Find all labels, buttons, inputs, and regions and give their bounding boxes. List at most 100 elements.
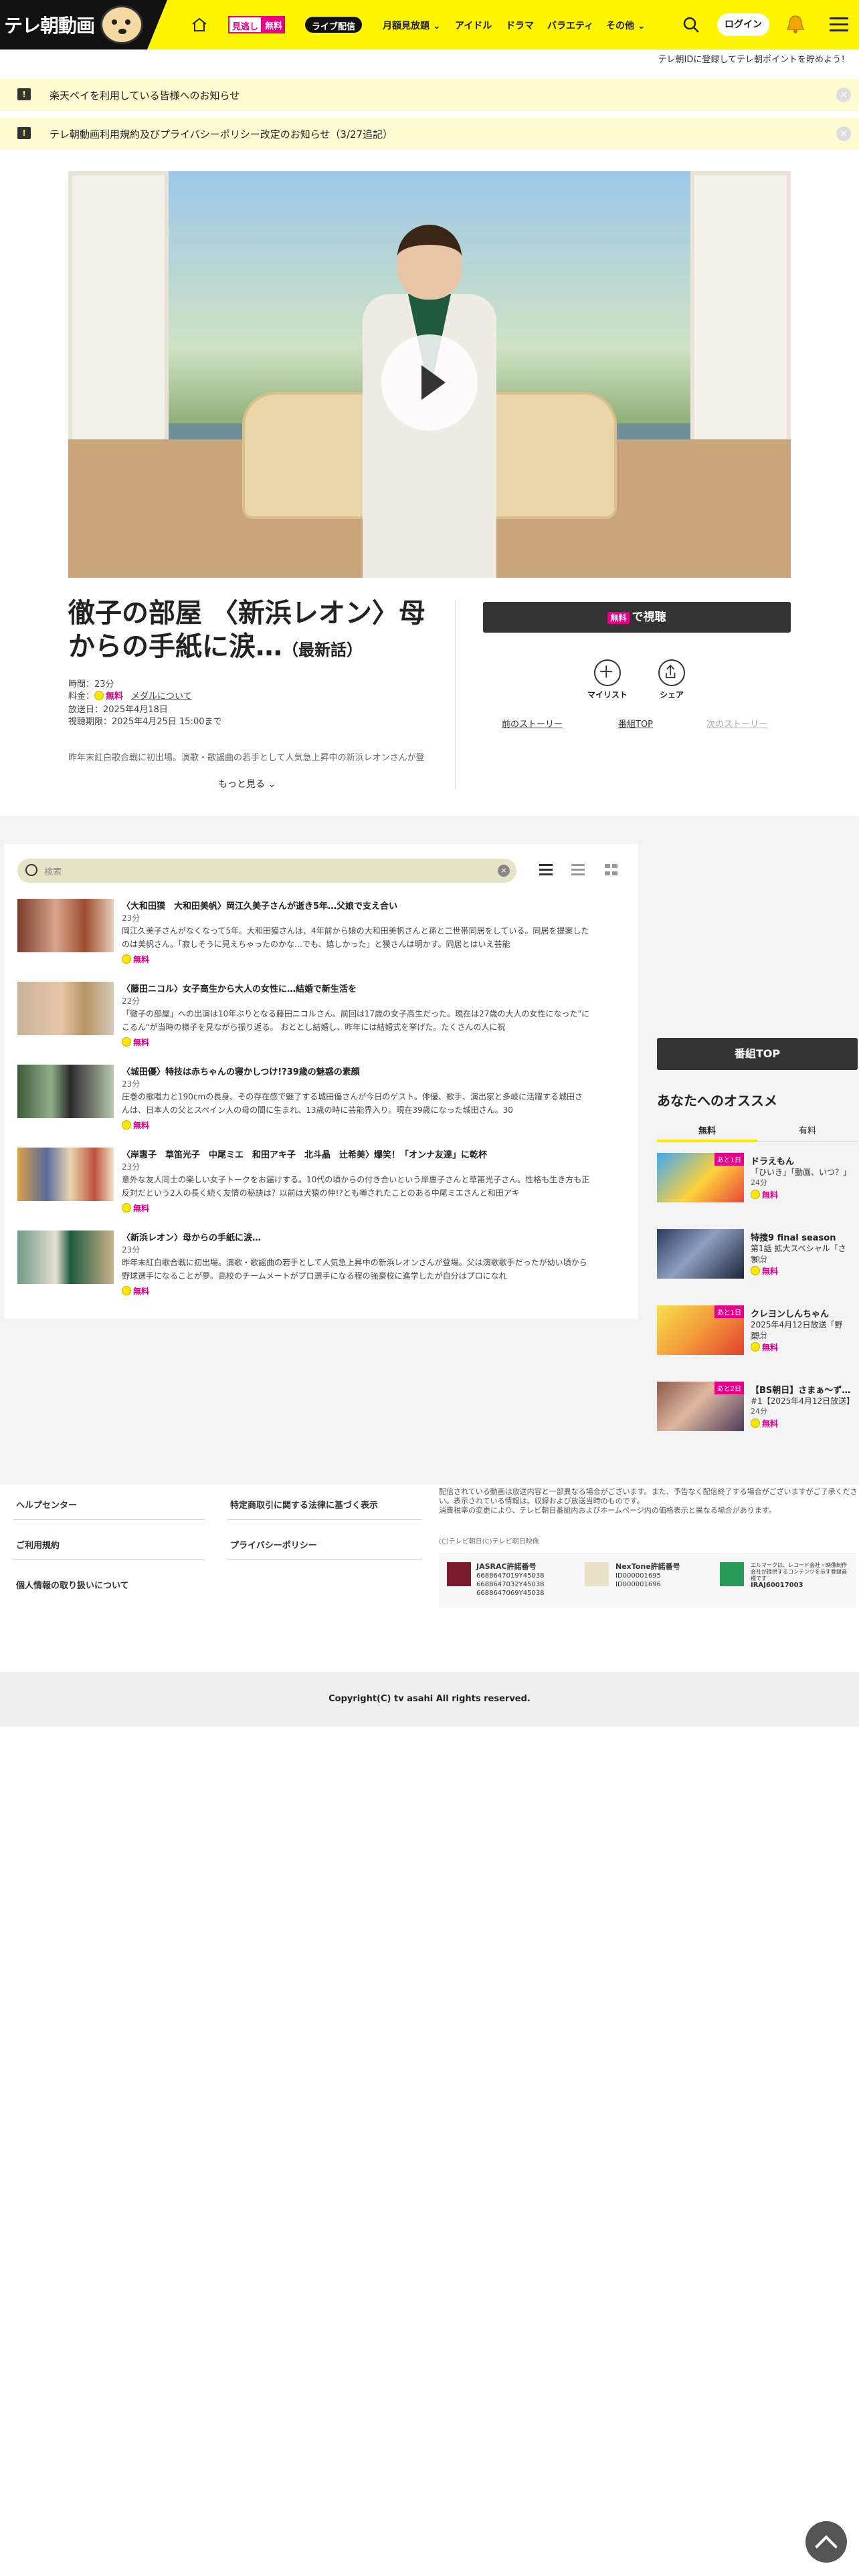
login-button[interactable]: ログイン — [717, 13, 769, 36]
nextone-info: NexTone許諾番号 ID000001695 ID000001696 — [615, 1562, 680, 1589]
more-button[interactable]: もっと見る ⌄ — [218, 777, 276, 790]
episode-search-input[interactable]: 検索 × — [17, 859, 516, 883]
mylist-plus-icon[interactable] — [594, 659, 621, 686]
episode-free: 無料 — [122, 954, 149, 965]
recommend-heading: あなたへのオススメ — [657, 1093, 777, 1109]
search-icon[interactable] — [682, 16, 700, 33]
list-view-icon[interactable] — [539, 864, 553, 876]
latest-tag: （最新話） — [282, 641, 363, 659]
notice-icon — [17, 127, 31, 139]
episode-free-label: 無料 — [133, 1121, 150, 1130]
nextone-logo-icon — [585, 1562, 609, 1586]
nextone-title: NexTone許諾番号 — [615, 1562, 680, 1571]
episode-item[interactable]: 〈新浜レオン〉母からの手紙に涙… 23分 昨年末紅白歌合戦に初出場。演歌・歌謡曲… — [17, 1230, 619, 1300]
nav-monthly[interactable]: 月額見放題 ⌄ — [383, 19, 441, 32]
episode-summary: 「徹子の部屋」への出演は10年ぶりとなる藤田ニコルさん。前回は17歳の女子高生だ… — [122, 1009, 589, 1032]
recommend-free: 無料 — [751, 1341, 778, 1353]
point-promo-link[interactable]: テレ朝IDに登録してテレ朝ポイントを貯めよう！ — [0, 51, 859, 70]
nextone-num: ID000001696 — [615, 1581, 661, 1588]
footer-note-2: 消費税率の変更により、テレビ朝日番組内およびホームページ内の価格表示と異なる場合… — [439, 1506, 776, 1515]
free-coin-icon — [751, 1418, 760, 1428]
l-mark-id: IRAJ60017003 — [751, 1582, 803, 1589]
recommend-item[interactable]: 特捜9 final season 第1話 拡大スペシャル「さま… 50分 無料 — [657, 1229, 858, 1283]
notice-bar[interactable]: 楽天ペイを利用している皆様へのお知らせ × — [0, 79, 859, 111]
episode-item[interactable]: 〈藤田ニコル〉女子高生から大人の女性に…結婚で新生活を 22分 「徹子の部屋」へ… — [17, 982, 619, 1051]
episode-duration: 22分 — [122, 996, 140, 1006]
episode-thumbnail — [17, 982, 114, 1035]
recommend-item[interactable]: あと2日 【BS朝日】さまぁ～ず… #1【2025年4月12日放送】 24分 無… — [657, 1382, 858, 1435]
watch-label: で視聴 — [632, 611, 666, 624]
watch-button[interactable]: 無料 で視聴 — [483, 602, 791, 633]
nav-other-label: その他 — [606, 21, 634, 31]
recommend-free-label: 無料 — [762, 1343, 779, 1352]
episode-item[interactable]: 〈城田優〉特技は赤ちゃんの寝かしつけ!?39歳の魅惑の素顔 23分 圧巻の歌唱力… — [17, 1065, 619, 1134]
episode-duration: 23分 — [122, 914, 140, 923]
close-icon[interactable]: × — [836, 126, 851, 141]
medal-link[interactable]: メダルについて — [131, 691, 192, 702]
episode-thumbnail — [17, 899, 114, 952]
site-logo[interactable]: テレ朝動画 — [0, 0, 167, 49]
recommend-title: クレヨンしんちゃん — [751, 1309, 830, 1319]
back-to-top-icon[interactable] — [805, 2521, 847, 2563]
notice-bar[interactable]: テレ朝動画利用規約及びプライバシーポリシー改定のお知らせ（3/27追記） × — [0, 118, 859, 150]
deadline-text: 視聴期限：2025年4月25日 15:00まで — [68, 717, 222, 727]
recommend-free-label: 無料 — [762, 1267, 779, 1276]
free-coin-icon — [751, 1190, 760, 1199]
recommend-title: ドラえもん — [751, 1157, 795, 1167]
tab-free[interactable]: 無料 — [657, 1123, 757, 1136]
medal-icon[interactable] — [785, 13, 805, 35]
nav-variety[interactable]: バラエティ — [547, 19, 593, 32]
play-icon[interactable] — [381, 334, 478, 431]
grid-view-icon[interactable] — [605, 864, 618, 876]
catchup-free-badge[interactable]: 見逃し 無料 — [228, 16, 286, 33]
episode-duration: 23分 — [122, 1245, 140, 1255]
search-placeholder: 検索 — [44, 867, 62, 877]
footer-commerce-law-link[interactable]: 特定商取引に関する法律に基づく表示 — [230, 1498, 378, 1511]
free-coin-icon — [122, 1037, 131, 1047]
recommend-free-label: 無料 — [762, 1190, 779, 1200]
episode-free: 無料 — [122, 1202, 149, 1214]
program-description: 昨年末紅白歌合戦に初出場。演歌・歌謡曲の若手として人気急上昇中の新浜レオンさんが… — [68, 753, 425, 763]
jasrac-num: 6688647069Y45038 — [476, 1590, 545, 1597]
footer-help-link[interactable]: ヘルプセンター — [16, 1498, 77, 1511]
recommend-item[interactable]: あと1日 ドラえもん 「ひいき」「動画、いつ？」 24分 無料 — [657, 1153, 858, 1206]
divider — [13, 1519, 205, 1520]
footer-personal-info-link[interactable]: 個人情報の取り扱いについて — [16, 1578, 129, 1591]
episode-duration: 23分 — [122, 1162, 140, 1172]
copyright: Copyright(C) tv asahi All rights reserve… — [0, 1672, 859, 1727]
close-icon[interactable]: × — [836, 88, 851, 102]
episode-item[interactable]: 〈岸惠子 草笛光子 中尾ミエ 和田アキ子 北斗晶 辻希美〉爆笑！「オンナ友達」に… — [17, 1148, 619, 1217]
share-icon[interactable] — [658, 659, 685, 686]
hamburger-menu-icon[interactable] — [830, 17, 848, 32]
tab-paid[interactable]: 有料 — [757, 1123, 858, 1136]
episode-title: 〈大和田獏 大和田美帆〉岡江久美子さんが逝き5年…父娘で支え合い — [122, 901, 398, 911]
recommend-free: 無料 — [751, 1189, 778, 1200]
clear-icon[interactable]: × — [498, 865, 510, 877]
recommend-program-top-button[interactable]: 番組TOP — [657, 1038, 858, 1070]
footer-note: 配信されている動画は放送内容と一部異なる場合がございます。また、予告なく配信終了… — [439, 1487, 859, 1515]
live-badge[interactable]: ライブ配信 — [305, 17, 363, 33]
home-icon[interactable] — [191, 17, 207, 33]
episode-free-label: 無料 — [133, 1038, 150, 1047]
footer-rights: (C)テレビ朝日(C)テレビ朝日映像 — [439, 1538, 539, 1545]
nav-other[interactable]: その他 ⌄ — [606, 19, 646, 32]
search-icon — [25, 864, 37, 876]
nav-drama[interactable]: ドラマ — [506, 19, 534, 32]
mascot-icon — [100, 5, 143, 44]
compact-view-icon[interactable] — [571, 864, 585, 876]
prev-story-link[interactable]: 前のストーリー — [502, 717, 563, 730]
video-player[interactable] — [68, 171, 791, 578]
recommend-thumbnail: あと1日 — [657, 1153, 744, 1202]
program-top-link[interactable]: 番組TOP — [618, 717, 653, 730]
episode-free-label: 無料 — [133, 955, 150, 964]
jasrac-info: JASRAC許諾番号 6688647019Y45038 6688647032Y450… — [476, 1562, 545, 1598]
free-coin-icon — [122, 1286, 131, 1295]
footer-terms-link[interactable]: ご利用規約 — [16, 1538, 60, 1551]
footer-privacy-link[interactable]: プライバシーポリシー — [230, 1538, 317, 1551]
l-mark-icon — [720, 1562, 744, 1586]
nav-idol[interactable]: アイドル — [455, 19, 492, 32]
notice-text: 楽天ペイを利用している皆様へのお知らせ — [50, 89, 240, 102]
recommend-item[interactable]: あと1日 クレヨンしんちゃん 2025年4月12日放送「野菜… 24分 無料 — [657, 1305, 858, 1359]
episode-item[interactable]: 〈大和田獏 大和田美帆〉岡江久美子さんが逝き5年…父娘で支え合い 23分 岡江久… — [17, 899, 619, 968]
episode-free: 無料 — [122, 1119, 149, 1131]
